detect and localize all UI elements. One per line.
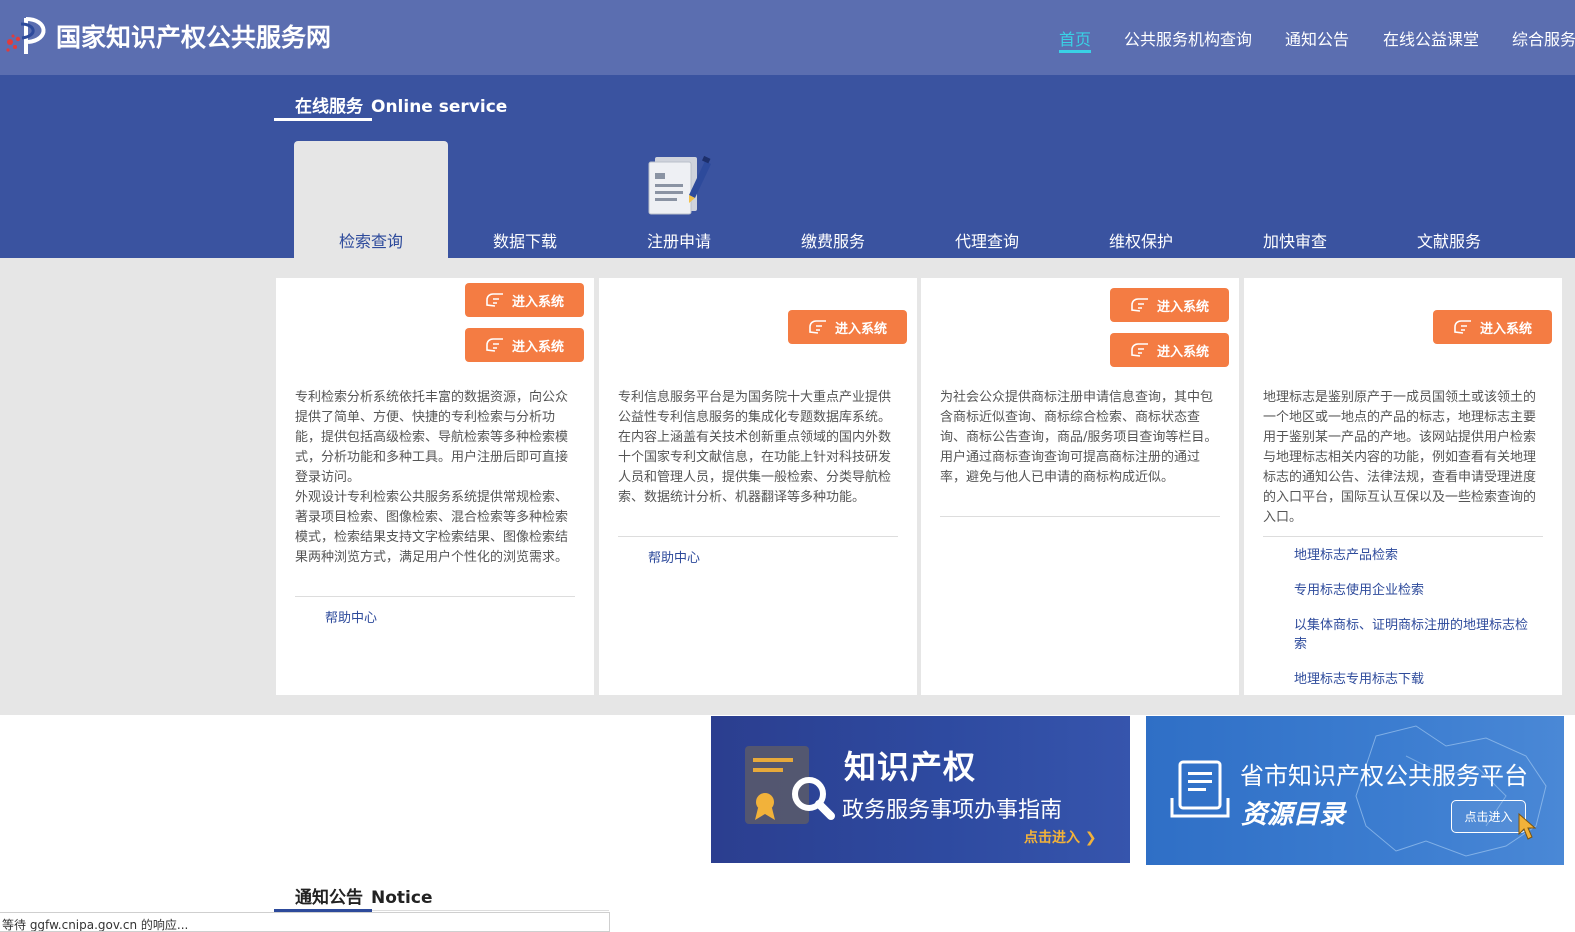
card-trademark-query: 进入系统 进入系统 为社会公众提供商标注册申请信息查询，其中包含商标近似查询、商… <box>921 278 1239 695</box>
nav-active-indicator <box>1059 50 1091 53</box>
tab-label: 维权保护 <box>1108 232 1173 251</box>
browser-status-bar: 等待 ggfw.cnipa.gov.cn 的响应... <box>0 912 610 932</box>
tab-registration[interactable]: 注册申请 <box>602 141 756 258</box>
guide-banner-enter[interactable]: 点击进入 ❯ <box>1024 827 1097 847</box>
catalog-enter-button[interactable]: 点击进入 <box>1451 800 1526 833</box>
button-label: 进入系统 <box>511 339 564 355</box>
help-center-link[interactable]: 帮助中心 <box>325 607 377 626</box>
hand-pointer-icon <box>1131 298 1148 312</box>
guide-banner-subtitle: 政务服务事项办事指南 <box>842 798 1063 823</box>
gi-collective-trademark-link[interactable]: 以集体商标、证明商标注册的地理标志检索 <box>1294 616 1539 654</box>
tab-expedited-exam[interactable]: 加快审查 <box>1218 141 1372 258</box>
tab-payment[interactable]: 缴费服务 <box>756 141 910 258</box>
document-catalog-icon <box>1170 760 1230 818</box>
enter-system-button[interactable]: 进入系统 <box>1110 288 1229 322</box>
card-divider <box>618 536 898 537</box>
nav-notices[interactable]: 通知公告 <box>1285 26 1349 50</box>
tab-label: 检索查询 <box>338 232 403 251</box>
enter-system-button[interactable]: 进入系统 <box>465 283 584 317</box>
nav-online-courses[interactable]: 在线公益课堂 <box>1383 26 1479 50</box>
enter-system-button[interactable]: 进入系统 <box>465 328 584 362</box>
nav-home[interactable]: 首页 <box>1059 26 1091 50</box>
gi-mark-download-link[interactable]: 地理标志专用标志下载 <box>1294 670 1544 689</box>
document-pen-icon <box>648 155 711 215</box>
hand-pointer-icon <box>809 320 826 334</box>
gi-product-search-link[interactable]: 地理标志产品检索 <box>1294 546 1544 565</box>
online-service-title-en: Online service <box>371 97 508 117</box>
tab-label: 注册申请 <box>646 232 711 251</box>
tab-label: 代理查询 <box>954 232 1019 251</box>
tab-label: 数据下载 <box>492 232 557 251</box>
card-patent-info-platform: 进入系统 专利信息服务平台是为国务院十大重点产业提供公益性专利信息服务的集成化专… <box>599 278 917 695</box>
enter-system-button[interactable]: 进入系统 <box>788 310 907 344</box>
card-description: 专利检索分析系统依托丰富的数据资源，向公众提供了简单、方便、快捷的专利检索与分析… <box>295 390 569 485</box>
guide-banner-enter-label: 点击进入 <box>1024 830 1080 846</box>
guide-banner-title: 知识产权 <box>844 748 977 786</box>
button-label: 进入系统 <box>834 321 887 337</box>
button-label: 进入系统 <box>1479 321 1532 337</box>
gi-enterprise-search-link[interactable]: 专用标志使用企业检索 <box>1294 581 1544 600</box>
card-description: 为社会公众提供商标注册申请信息查询，其中包含商标近似查询、商标综合检索、商标状态… <box>940 390 1218 485</box>
notice-divider <box>372 910 609 911</box>
hand-pointer-icon <box>1131 343 1148 357</box>
tab-data-download[interactable]: 数据下载 <box>448 141 602 258</box>
online-service-title: 在线服务 Online service <box>295 92 507 117</box>
section-title-underline <box>274 118 372 121</box>
card-geographical-indication: 进入系统 地理标志是鉴别原产于一成员国领土或该领土的一个地区或一地点的产品的标志… <box>1244 278 1562 695</box>
card-description-secondary: 外观设计专利检索公共服务系统提供常规检索、著录项目检索、图像检索、混合检索等多种… <box>295 490 569 565</box>
cursor-pointer-icon <box>1518 812 1537 840</box>
catalog-banner-subtitle: 资源目录 <box>1241 800 1346 830</box>
guide-banner[interactable]: 知识产权 政务服务事项办事指南 点击进入 ❯ <box>711 716 1130 863</box>
enter-system-button[interactable]: 进入系统 <box>1110 333 1229 367</box>
tab-agency-query[interactable]: 代理查询 <box>910 141 1064 258</box>
certificate-search-icon <box>745 746 835 824</box>
nav-comprehensive-services[interactable]: 综合服务 <box>1512 26 1575 50</box>
tab-rights-protection[interactable]: 维权保护 <box>1064 141 1218 258</box>
card-description: 地理标志是鉴别原产于一成员国领土或该领土的一个地区或一地点的产品的标志，地理标志… <box>1263 390 1537 525</box>
card-patent-search: 进入系统 进入系统 专利检索分析系统依托丰富的数据资源，向公众提供了简单、方便、… <box>276 278 594 695</box>
tab-label: 缴费服务 <box>800 232 865 251</box>
nav-institution-query[interactable]: 公共服务机构查询 <box>1124 26 1252 50</box>
catalog-banner-title: 省市知识产权公共服务平台 <box>1240 762 1528 790</box>
notice-title-cn: 通知公告 <box>295 888 363 908</box>
resource-catalog-banner[interactable]: 省市知识产权公共服务平台 资源目录 点击进入 <box>1146 716 1564 865</box>
site-header: 国家知识产权公共服务网 首页 公共服务机构查询 通知公告 在线公益课堂 综合服务 <box>0 0 1575 75</box>
card-divider <box>295 596 575 597</box>
card-description: 专利信息服务平台是为国务院十大重点产业提供公益性专利信息服务的集成化专题数据库系… <box>618 390 892 505</box>
hand-pointer-icon <box>486 293 503 307</box>
tab-literature-service[interactable]: 文献服务 <box>1372 141 1526 258</box>
site-title[interactable]: 国家知识产权公共服务网 <box>56 18 331 54</box>
tab-label: 加快审查 <box>1262 232 1327 251</box>
hand-pointer-icon <box>1454 320 1471 334</box>
tab-search-query[interactable]: 检索查询 <box>294 141 448 258</box>
help-center-link[interactable]: 帮助中心 <box>648 547 700 566</box>
button-label: 进入系统 <box>1156 299 1209 315</box>
button-label: 进入系统 <box>1156 344 1209 360</box>
chevron-right-icon: ❯ <box>1084 830 1097 846</box>
card-divider <box>1263 536 1543 537</box>
online-service-title-cn: 在线服务 <box>295 97 363 117</box>
notice-title-en: Notice <box>371 888 433 908</box>
tab-label: 文献服务 <box>1416 232 1481 251</box>
notice-section-title: 通知公告 Notice <box>295 883 432 908</box>
cnipa-logo-icon[interactable] <box>4 14 52 56</box>
hand-pointer-icon <box>486 338 503 352</box>
card-divider <box>940 516 1220 517</box>
button-label: 进入系统 <box>511 294 564 310</box>
enter-system-button[interactable]: 进入系统 <box>1433 310 1552 344</box>
